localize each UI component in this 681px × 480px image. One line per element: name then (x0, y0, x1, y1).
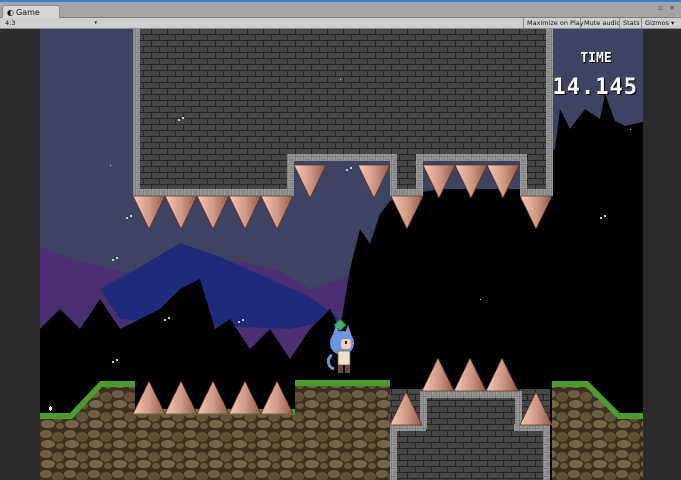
gizmos-label: Gizmos (645, 19, 669, 27)
ground-mid (295, 384, 390, 480)
game-view-toolbar: 4:3 ▾ Maximize on Play Mute audio Stats … (0, 18, 681, 29)
mute-audio-button[interactable]: Mute audio (580, 18, 623, 28)
hud-time-value: 14.145 (552, 75, 638, 100)
chevron-down-icon: ▾ (94, 20, 97, 26)
letterbox-right (643, 29, 681, 480)
ground-left (135, 411, 300, 480)
stats-button[interactable]: Stats (619, 18, 643, 28)
chevron-down-icon: ▾ (671, 19, 675, 27)
gizmos-dropdown[interactable]: Gizmos ▾ (641, 18, 681, 28)
hud-time-label: TIME (580, 51, 612, 66)
maximize-on-play-button[interactable]: Maximize on Play (523, 18, 587, 28)
aspect-ratio-dropdown[interactable]: 4:3 ▾ (2, 18, 98, 28)
pit-block (390, 389, 550, 480)
game-viewport[interactable]: TIME 14.145 (40, 29, 643, 480)
aspect-ratio-value: 4:3 (5, 19, 16, 27)
letterbox-left (0, 29, 40, 480)
tab-strip: ◐ Game ▫ × (0, 2, 681, 20)
unity-editor-window: ◐ Game ▫ × 4:3 ▾ Maximize on Play Mute a… (0, 0, 681, 480)
window-controls-icon[interactable]: ▫ × (658, 4, 677, 12)
